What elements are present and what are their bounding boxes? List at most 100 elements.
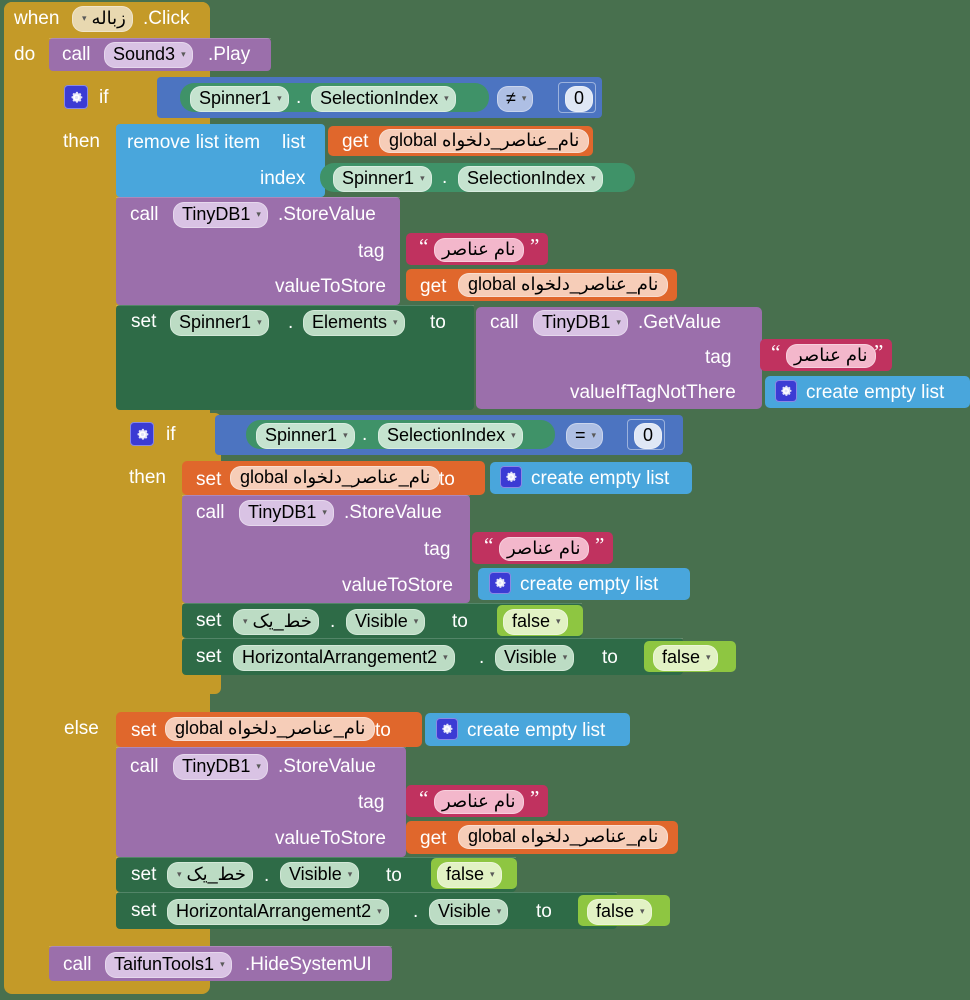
index-property-dropdown[interactable]: SelectionIndex ▾ — [458, 166, 603, 192]
chevron-down-icon: ▾ — [377, 906, 382, 917]
inner-cond-operator-dropdown[interactable]: = ▾ — [566, 423, 604, 449]
chevron-down-icon: ▾ — [177, 869, 182, 880]
sound-call-label: call — [62, 44, 91, 65]
chevron-down-icon: ▾ — [82, 13, 87, 24]
chevron-down-icon: ▾ — [257, 317, 262, 328]
tinydb2-tag-label: tag — [424, 539, 451, 560]
tinydb2-component-dropdown[interactable]: TinyDB1 ▾ — [239, 500, 334, 526]
taifun-method-label: .HideSystemUI — [245, 954, 372, 975]
inner-cond-property-dropdown[interactable]: SelectionIndex ▾ — [378, 423, 523, 449]
inner-set-khat-set-label: set — [196, 610, 222, 631]
create-empty-list-gear-icon-4[interactable] — [436, 718, 458, 740]
outer-cond-property-dropdown[interactable]: SelectionIndex ▾ — [311, 86, 456, 112]
tag-text-field-4[interactable]: نام عناصر — [434, 790, 524, 814]
tinydb3-valuetostore-label: valueToStore — [275, 828, 386, 849]
global-keyword-1: global — [389, 130, 438, 150]
outer-cond-dot: . — [296, 87, 302, 108]
tag-text-value-1: نام عناصر — [442, 239, 516, 259]
else-ha2-false-field[interactable]: false ▾ — [587, 899, 652, 925]
else-khat-false-field[interactable]: false ▾ — [437, 862, 502, 888]
set-elements-component-name: Spinner1 — [179, 312, 252, 332]
chevron-down-icon: ▾ — [591, 430, 597, 441]
else-set-ha2-property-name: Visible — [438, 901, 491, 921]
inner-khat-false-field[interactable]: false ▾ — [503, 609, 568, 635]
remove-list-item-title: remove list item — [127, 132, 261, 153]
getvalue-method-label: .GetValue — [638, 312, 722, 333]
create-empty-list-gear-icon-2[interactable] — [500, 466, 522, 488]
inner-global-variable-name: نام_عناصر_دلخواه — [293, 467, 431, 487]
outer-if-mutator-gear-icon[interactable] — [64, 85, 88, 109]
create-empty-list-gear-icon-3[interactable] — [489, 572, 511, 594]
inner-cond-number-field[interactable]: 0 — [634, 423, 663, 449]
tag-text-field-3[interactable]: نام عناصر — [499, 537, 589, 561]
global-variable-name-3: نام_عناصر_دلخواه — [521, 826, 659, 846]
chevron-down-icon: ▾ — [706, 652, 711, 663]
chevron-down-icon: ▾ — [220, 959, 225, 970]
get-global-field-2[interactable]: global نام_عناصر_دلخواه — [458, 273, 669, 297]
set-elements-component-dropdown[interactable]: Spinner1 ▾ — [170, 310, 269, 336]
block-seam — [49, 946, 392, 947]
do-label: do — [14, 44, 36, 65]
tinydb1-component-dropdown[interactable]: TinyDB1 ▾ — [173, 202, 268, 228]
else-set-khat-component-dropdown[interactable]: خط_یک ▾ — [167, 862, 253, 888]
inner-cond-number-value: 0 — [643, 425, 654, 445]
sound-component-name: Sound3 — [113, 44, 176, 64]
inner-if-mutator-gear-icon[interactable] — [130, 422, 154, 446]
open-quote-1: “ — [419, 234, 429, 258]
inner-set-ha2-property-dropdown[interactable]: Visible ▾ — [495, 645, 575, 671]
open-quote-3: “ — [484, 533, 494, 557]
block-seam — [182, 638, 683, 639]
inner-set-khat-component-dropdown[interactable]: خط_یک ▾ — [233, 609, 319, 635]
inner-cond-component-dropdown[interactable]: Spinner1 ▾ — [256, 423, 355, 449]
inner-ha2-false-field[interactable]: false ▾ — [653, 645, 718, 671]
event-component-dropdown[interactable]: زباله ▾ — [72, 6, 133, 32]
else-set-ha2-property-dropdown[interactable]: Visible ▾ — [429, 899, 509, 925]
inner-set-global-field[interactable]: global نام_عناصر_دلخواه — [230, 466, 441, 490]
tinydb1-valuetostore-label: valueToStore — [275, 276, 386, 297]
chevron-down-icon: ▾ — [256, 761, 261, 772]
outer-cond-operator-dropdown[interactable]: ≠ ▾ — [497, 86, 534, 112]
create-empty-list-label-2: create empty list — [531, 468, 670, 489]
else-set-khat-property-dropdown[interactable]: Visible ▾ — [280, 862, 360, 888]
blocks-canvas: when زباله ▾ .Click do call Sound3 ▾ .Pl… — [0, 0, 970, 1000]
inner-set-ha2-to-label: to — [602, 647, 618, 668]
chevron-down-icon: ▾ — [496, 906, 502, 917]
create-empty-list-gear-icon-1[interactable] — [775, 380, 797, 402]
tag-text-field-2[interactable]: نام عناصر — [786, 344, 876, 368]
index-property-name: SelectionIndex — [467, 168, 586, 188]
get-global-field-1[interactable]: global نام_عناصر_دلخواه — [379, 129, 590, 153]
outer-cond-component-dropdown[interactable]: Spinner1 ▾ — [190, 86, 289, 112]
tinydb3-method-label: .StoreValue — [278, 756, 376, 777]
when-label: when — [14, 8, 60, 29]
tag-text-value-2: نام عناصر — [794, 345, 868, 365]
chevron-down-icon: ▾ — [322, 507, 327, 518]
tag-text-field-1[interactable]: نام عناصر — [434, 238, 524, 262]
inner-set-khat-dot: . — [330, 611, 336, 632]
index-component-dropdown[interactable]: Spinner1 ▾ — [333, 166, 432, 192]
tinydb3-component-name: TinyDB1 — [182, 756, 251, 776]
else-set-global-to-label: to — [375, 720, 391, 741]
chevron-down-icon: ▾ — [556, 616, 561, 627]
else-set-khat-set-label: set — [131, 864, 157, 885]
else-global-variable-name: نام_عناصر_دلخواه — [228, 718, 366, 738]
else-set-ha2-component-dropdown[interactable]: HorizontalArrangement2 ▾ — [167, 899, 389, 925]
tinydb2-component-name: TinyDB1 — [248, 502, 317, 522]
inner-set-ha2-component-dropdown[interactable]: HorizontalArrangement2 ▾ — [233, 645, 455, 671]
set-elements-dot: . — [288, 312, 294, 333]
else-set-global-field[interactable]: global نام_عناصر_دلخواه — [165, 717, 376, 741]
chevron-down-icon: ▾ — [562, 652, 568, 663]
sound-component-dropdown[interactable]: Sound3 ▾ — [104, 42, 193, 68]
global-variable-name-1: نام_عناصر_دلخواه — [442, 130, 580, 150]
inner-set-khat-property-dropdown[interactable]: Visible ▾ — [346, 609, 426, 635]
tinydb3-component-dropdown[interactable]: TinyDB1 ▾ — [173, 754, 268, 780]
tinydb1-component-name: TinyDB1 — [182, 204, 251, 224]
set-elements-property-dropdown[interactable]: Elements ▾ — [303, 310, 405, 336]
close-quote-4: ” — [530, 786, 540, 810]
getvalue-component-dropdown[interactable]: TinyDB1 ▾ — [533, 310, 628, 336]
chevron-down-icon: ▾ — [444, 93, 449, 104]
taifun-component-dropdown[interactable]: TaifunTools1 ▾ — [105, 952, 232, 978]
tinydb2-method-label: .StoreValue — [344, 502, 442, 523]
chevron-down-icon: ▾ — [591, 173, 596, 184]
get-global-field-3[interactable]: global نام_عناصر_دلخواه — [458, 825, 669, 849]
outer-cond-number-field[interactable]: 0 — [565, 86, 594, 112]
